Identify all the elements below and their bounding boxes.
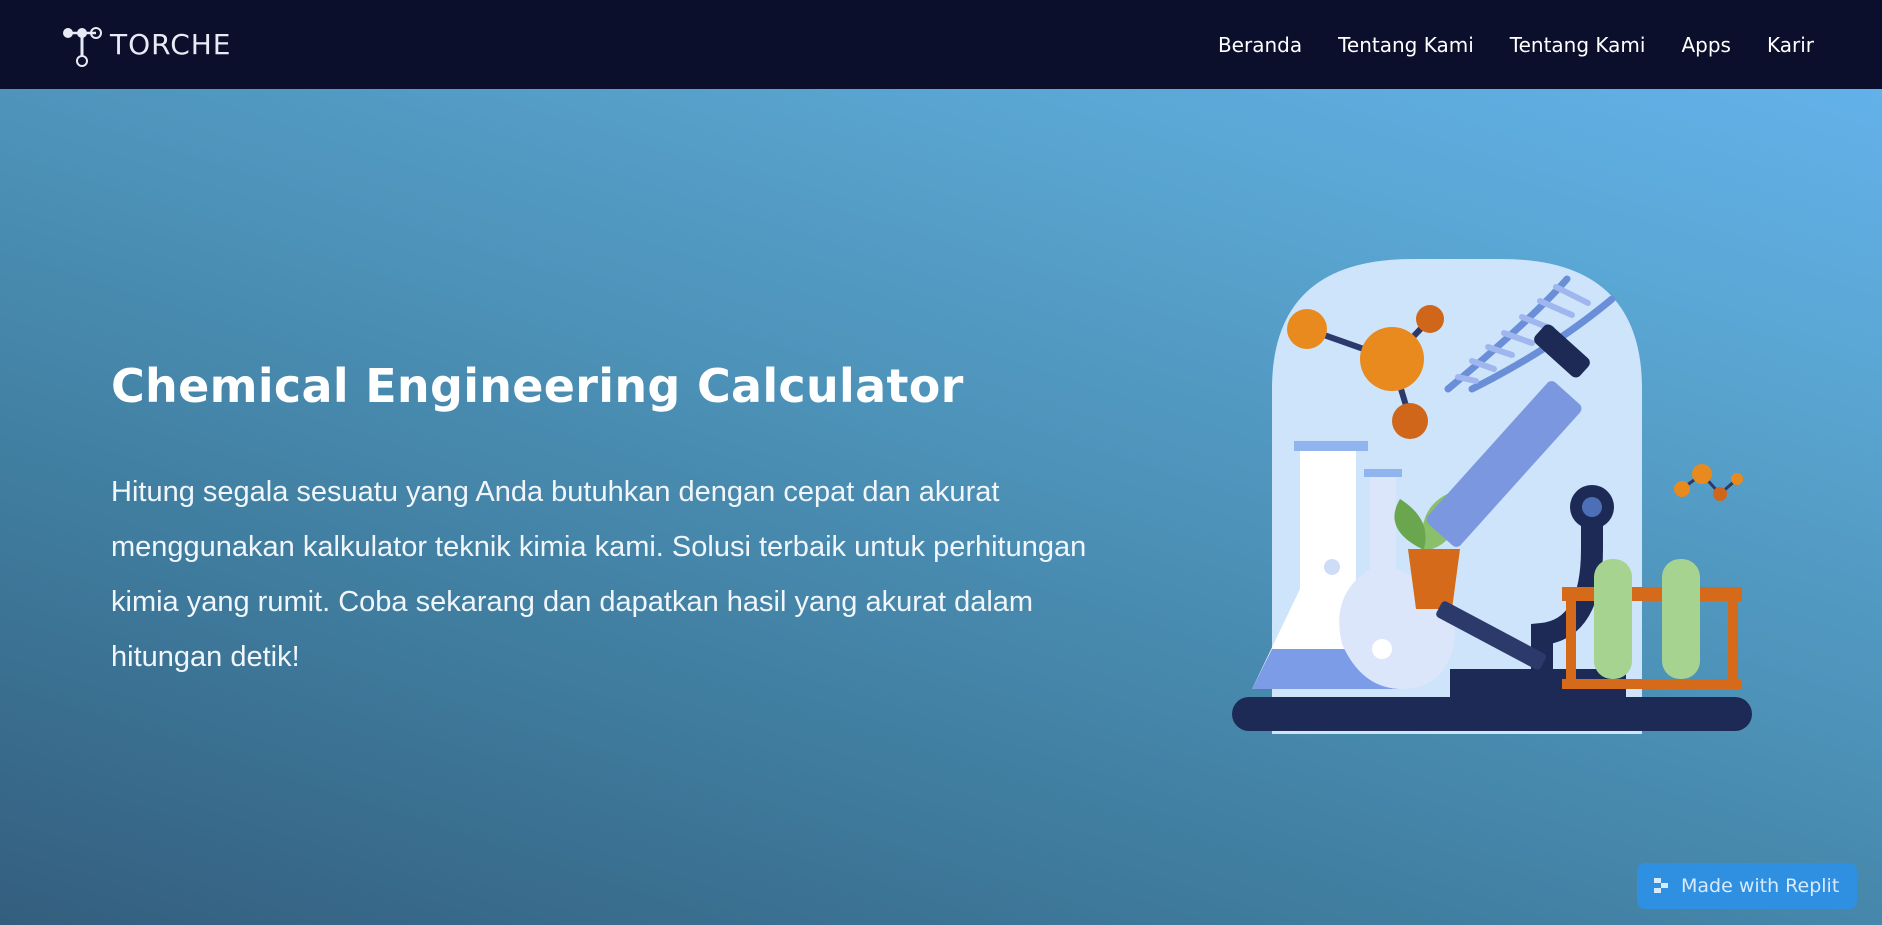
hero-text: Chemical Engineering Calculator Hitung s… bbox=[111, 359, 1091, 685]
nav-item-beranda[interactable]: Beranda bbox=[1218, 33, 1302, 57]
replit-icon bbox=[1654, 878, 1668, 893]
badge-label: Made with Replit bbox=[1681, 875, 1840, 897]
hero-description: Hitung segala sesuatu yang Anda butuhkan… bbox=[111, 476, 1087, 673]
nav-menu: Beranda Tentang Kami Tentang Kami Apps K… bbox=[1218, 33, 1814, 57]
made-with-replit-badge[interactable]: Made with Replit bbox=[1637, 863, 1857, 909]
nav-item-apps[interactable]: Apps bbox=[1681, 33, 1731, 57]
torche-logo-icon bbox=[63, 26, 102, 67]
nav-item-tentang-kami-2[interactable]: Tentang Kami bbox=[1510, 33, 1646, 57]
laboratory-illustration-icon bbox=[1232, 259, 1752, 734]
nav-item-tentang-kami[interactable]: Tentang Kami bbox=[1338, 33, 1474, 57]
nav-item-karir[interactable]: Karir bbox=[1767, 33, 1814, 57]
hero-title: Chemical Engineering Calculator bbox=[111, 359, 964, 413]
brand-link[interactable]: TORCHE bbox=[60, 21, 232, 69]
navbar: TORCHE Beranda Tentang Kami Tentang Kami… bbox=[0, 0, 1882, 89]
brand-name: TORCHE bbox=[110, 28, 232, 61]
hero-section: Chemical Engineering Calculator Hitung s… bbox=[0, 89, 1882, 925]
